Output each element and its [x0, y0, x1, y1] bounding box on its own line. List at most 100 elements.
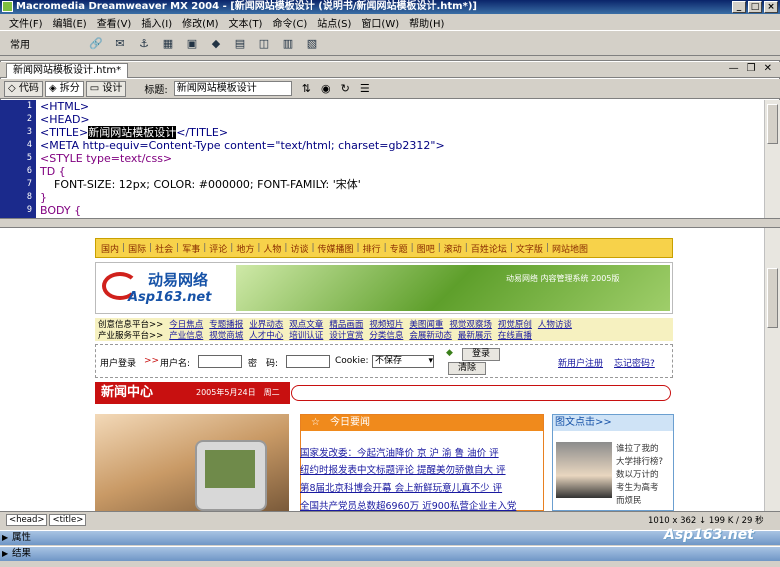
register-link[interactable]: 新用户注册	[558, 356, 603, 369]
menu-modify[interactable]: 修改(M)	[177, 15, 223, 30]
view-options-icon[interactable]: ☰	[360, 82, 370, 95]
tag-head[interactable]: <head>	[6, 514, 48, 526]
code-line: <HTML>	[40, 100, 90, 113]
picture-thumbnail[interactable]	[556, 442, 612, 498]
tag-selector: <head> <title>	[6, 514, 87, 526]
line-number: 3	[26, 127, 32, 137]
category-link[interactable]: 分类信息	[366, 329, 406, 341]
media-icon[interactable]: ◆	[208, 36, 224, 50]
cookie-select[interactable]: 不保存 ▾	[372, 355, 434, 368]
nav-link[interactable]: 军事	[179, 242, 203, 255]
refresh-icon[interactable]: ↻	[341, 82, 350, 95]
category-link[interactable]: 产业信息	[166, 329, 206, 341]
nav-link[interactable]: 国际	[125, 242, 149, 255]
document-tab[interactable]: 新闻网站模板设计.htm*	[6, 63, 129, 78]
hyperlink-icon[interactable]: 🔗	[88, 36, 104, 50]
dropdown-arrow-icon: ▾	[428, 356, 433, 366]
nav-link[interactable]: 评论	[206, 242, 230, 255]
news-ticker-frame	[291, 385, 671, 401]
nav-link[interactable]: 访谈	[287, 242, 311, 255]
table-icon[interactable]: ▦	[160, 36, 176, 50]
window-title-bar[interactable]: Macromedia Dreamweaver MX 2004 - [新闻网站模板…	[0, 0, 780, 14]
email-link-icon[interactable]: ✉	[112, 36, 128, 50]
picture-caption[interactable]: 数以万计的	[616, 468, 659, 480]
tag-title[interactable]: <title>	[49, 514, 87, 526]
nav-link[interactable]: 传媒播图	[315, 242, 357, 255]
close-button[interactable]: ×	[764, 1, 778, 13]
doc-minimize-icon[interactable]: —	[729, 63, 739, 74]
doc-close-icon[interactable]: ✕	[764, 63, 772, 74]
nav-link[interactable]: 图吧	[414, 242, 438, 255]
comment-icon[interactable]: ◫	[256, 36, 272, 50]
tag-chooser-icon[interactable]: ▧	[304, 36, 320, 50]
nav-link[interactable]: 国内	[98, 242, 122, 255]
menu-help[interactable]: 帮助(H)	[404, 15, 449, 30]
category-link[interactable]: 最新展示	[455, 329, 495, 341]
news-headline[interactable]: 国家发改委：今起汽油降价 京 沪 渝 鲁 油价 评	[300, 445, 538, 459]
results-panel-header[interactable]: ▶ 结果	[0, 546, 780, 561]
category-link[interactable]: 培训认证	[286, 329, 326, 341]
image-icon[interactable]: ▣	[184, 36, 200, 50]
picture-caption[interactable]: 考生为高考	[616, 481, 659, 493]
document-window-controls: — ❐ ✕	[729, 63, 772, 74]
news-headline[interactable]: 第8届北京科博会开幕 会上新鲜玩意儿真不少 评	[300, 480, 538, 494]
menu-window[interactable]: 窗口(W)	[356, 15, 404, 30]
document-title-input[interactable]: 新闻网站模板设计	[173, 81, 292, 96]
nav-link[interactable]: 排行	[360, 242, 384, 255]
banner-text: 动易网络 内容管理系统 2005版	[506, 274, 620, 283]
category-link[interactable]: 在线直播	[495, 329, 535, 341]
split-view-button[interactable]: ◈ 拆分	[44, 80, 84, 97]
menu-edit[interactable]: 编辑(E)	[48, 15, 92, 30]
nav-link[interactable]: 百姓论坛	[468, 242, 510, 255]
banner-image: 动易网络 内容管理系统 2005版	[236, 265, 670, 311]
date-icon[interactable]: ▤	[232, 36, 248, 50]
named-anchor-icon[interactable]: ⚓	[136, 36, 152, 50]
picture-caption[interactable]: 大学排行榜?	[616, 455, 663, 467]
line-number: 4	[26, 140, 32, 150]
category-link[interactable]: 人才中心	[246, 329, 286, 341]
nav-link[interactable]: 社会	[152, 242, 176, 255]
password-input[interactable]	[286, 355, 330, 368]
design-scrollbar[interactable]	[764, 228, 780, 511]
doc-restore-icon[interactable]: ❐	[747, 63, 756, 74]
picture-caption[interactable]: 谁拉了我的	[616, 442, 659, 454]
menu-view[interactable]: 查看(V)	[92, 15, 137, 30]
category-link[interactable]: 会展新动态	[406, 329, 455, 341]
maximize-button[interactable]: □	[748, 1, 762, 13]
code-view-button[interactable]: ◇ 代码	[4, 80, 43, 97]
design-view-button[interactable]: ▭ 设计	[85, 80, 127, 97]
properties-panel-header[interactable]: ▶ 属性	[0, 530, 780, 545]
forgot-password-link[interactable]: 忘记密码?	[614, 356, 655, 369]
preview-browser-icon[interactable]: ◉	[321, 82, 331, 95]
design-scroll-thumb[interactable]	[767, 268, 778, 328]
menu-file[interactable]: 文件(F)	[4, 15, 48, 30]
site-watermark: Asp163.net	[664, 527, 754, 543]
nav-link[interactable]: 专题	[387, 242, 411, 255]
nav-link[interactable]: 滚动	[441, 242, 465, 255]
username-input[interactable]	[198, 355, 242, 368]
news-headline[interactable]: 纽约时报发表中文标题评论 提醒美勿骄傲自大 评	[300, 462, 538, 476]
login-button[interactable]: 登录	[462, 348, 500, 361]
nav-link[interactable]: 地方	[233, 242, 257, 255]
code-lines[interactable]: <HTML> <HEAD> <TITLE>新闻网站模板设计</TITLE> <M…	[40, 100, 760, 217]
insert-category-dropdown[interactable]: 常用	[6, 35, 34, 52]
menu-text[interactable]: 文本(T)	[224, 15, 268, 30]
nav-link[interactable]: 人物	[260, 242, 284, 255]
nav-link[interactable]: 网站地图	[549, 242, 591, 255]
menu-site[interactable]: 站点(S)	[312, 15, 356, 30]
picture-caption[interactable]: 而烦民	[616, 494, 642, 506]
menu-insert[interactable]: 插入(I)	[136, 15, 177, 30]
template-icon[interactable]: ▥	[280, 36, 296, 50]
split-divider[interactable]	[0, 218, 780, 228]
clear-button[interactable]: 清除	[448, 362, 486, 375]
file-management-icon[interactable]: ⇅	[302, 82, 311, 95]
code-scroll-thumb[interactable]	[767, 104, 778, 144]
code-scrollbar[interactable]	[764, 100, 780, 218]
menu-commands[interactable]: 命令(C)	[267, 15, 312, 30]
nav-link[interactable]: 文字版	[513, 242, 546, 255]
category-link[interactable]: 设计宣赏	[326, 329, 366, 341]
category-link[interactable]: 视觉商城	[206, 329, 246, 341]
site-logo[interactable]: 动易网络 Asp163.net	[100, 266, 232, 310]
news-headline[interactable]: 全国共产党员总数超6960万 近900私营企业主入党	[300, 498, 538, 512]
minimize-button[interactable]: _	[732, 1, 746, 13]
